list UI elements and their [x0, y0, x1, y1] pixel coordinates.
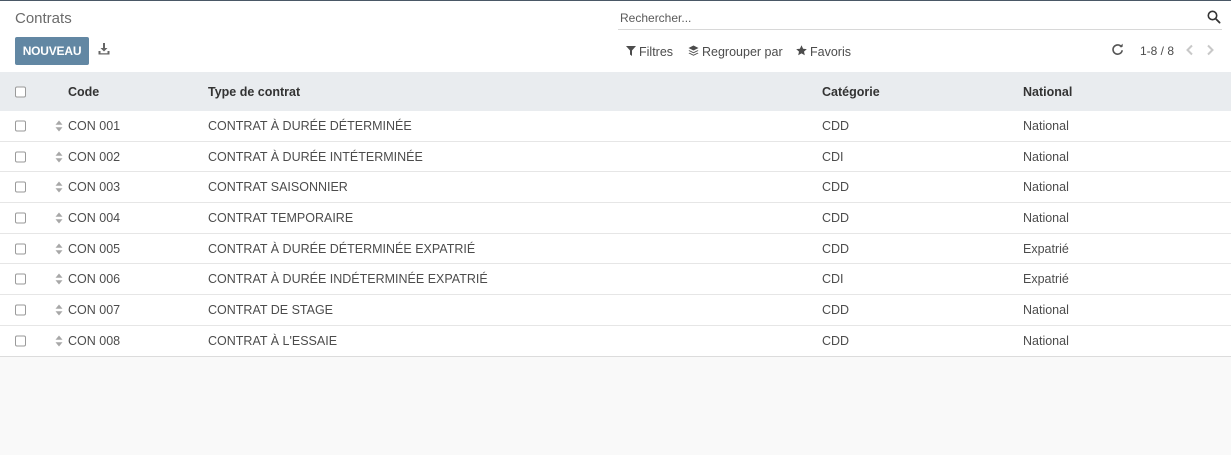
filters-button[interactable]: Filtres — [626, 44, 673, 60]
control-panel: Contrats NOUVEAU Filtres — [0, 0, 1231, 72]
table-row[interactable]: CON 003 CONTRAT SAISONNIER CDD National — [0, 172, 1231, 204]
star-icon — [796, 45, 807, 59]
chevron-left-icon[interactable] — [1185, 44, 1195, 56]
row-checkbox[interactable] — [15, 304, 26, 316]
cell-category: CDI — [822, 272, 844, 287]
cell-category: CDD — [822, 180, 850, 195]
table-row[interactable]: CON 004 CONTRAT TEMPORAIRE CDD National — [0, 203, 1231, 234]
cell-type: CONTRAT DE STAGE — [208, 302, 334, 317]
search-bar — [618, 6, 1222, 30]
column-header-type[interactable]: Type de contrat — [208, 85, 300, 99]
search-input[interactable] — [620, 9, 1190, 27]
sort-handle-icon[interactable] — [55, 304, 63, 316]
cell-type: CONTRAT À DURÉE DÉTERMINÉE EXPATRIÉ — [208, 241, 476, 256]
sort-handle-icon[interactable] — [55, 181, 63, 193]
cell-code: CON 006 — [68, 272, 121, 287]
cell-national: National — [1023, 210, 1069, 225]
cell-type: CONTRAT À DURÉE DÉTERMINÉE — [208, 118, 412, 133]
favorites-button[interactable]: Favoris — [796, 44, 851, 60]
cell-national: National — [1023, 180, 1069, 195]
cell-type: CONTRAT À DURÉE INDÉTERMINÉE EXPATRIÉ — [208, 272, 488, 287]
group-by-label: Regrouper par — [702, 45, 783, 59]
filter-icon — [626, 45, 636, 59]
sort-handle-icon[interactable] — [55, 273, 63, 285]
table-row[interactable]: CON 002 CONTRAT À DURÉE INTÉTERMINÉE CDI… — [0, 141, 1231, 173]
cell-national: National — [1023, 302, 1069, 317]
table-row[interactable]: CON 005 CONTRAT À DURÉE DÉTERMINÉE EXPAT… — [0, 233, 1231, 265]
row-checkbox[interactable] — [15, 151, 26, 163]
download-icon[interactable] — [96, 41, 112, 57]
cell-national: National — [1023, 118, 1069, 133]
sort-handle-icon[interactable] — [55, 120, 63, 132]
cell-type: CONTRAT À DURÉE INTÉTERMINÉE — [208, 149, 423, 164]
table-row[interactable]: CON 001 CONTRAT À DURÉE DÉTERMINÉE CDD N… — [0, 111, 1231, 142]
cell-code: CON 007 — [68, 302, 121, 317]
favorites-label: Favoris — [810, 45, 851, 59]
sort-handle-icon[interactable] — [55, 243, 63, 255]
row-checkbox[interactable] — [15, 212, 26, 224]
column-header-category[interactable]: Catégorie — [822, 85, 880, 99]
cell-category: CDD — [822, 118, 850, 133]
cell-category: CDD — [822, 333, 850, 348]
sort-handle-icon[interactable] — [55, 151, 63, 163]
breadcrumb[interactable]: Contrats — [15, 10, 72, 27]
chevron-right-icon[interactable] — [1205, 44, 1215, 56]
cell-category: CDI — [822, 149, 844, 164]
contracts-table: Code Type de contrat Catégorie National … — [0, 72, 1231, 357]
column-header-code[interactable]: Code — [68, 85, 99, 99]
sort-handle-icon[interactable] — [55, 212, 63, 224]
filters-label: Filtres — [639, 45, 674, 59]
cell-national: National — [1023, 149, 1069, 164]
row-checkbox[interactable] — [15, 181, 26, 193]
cell-code: CON 005 — [68, 241, 121, 256]
cell-national: Expatrié — [1023, 241, 1069, 256]
column-header-national[interactable]: National — [1023, 85, 1072, 99]
select-all-checkbox[interactable] — [15, 86, 26, 97]
search-icon[interactable] — [1207, 10, 1221, 24]
table-row[interactable]: CON 006 CONTRAT À DURÉE INDÉTERMINÉE EXP… — [0, 264, 1231, 296]
row-checkbox[interactable] — [15, 243, 26, 255]
cell-category: CDD — [822, 210, 850, 225]
cell-type: CONTRAT TEMPORAIRE — [208, 210, 354, 225]
cell-category: CDD — [822, 241, 850, 256]
cell-type: CONTRAT À L'ESSAIE — [208, 333, 338, 348]
cell-type: CONTRAT SAISONNIER — [208, 180, 348, 195]
group-by-button[interactable]: Regrouper par — [688, 44, 783, 60]
cell-code: CON 004 — [68, 210, 121, 225]
pager-value[interactable]: 1-8 / 8 — [1140, 44, 1174, 58]
cell-code: CON 002 — [68, 149, 121, 164]
sort-handle-icon[interactable] — [55, 335, 63, 347]
cell-code: CON 001 — [68, 118, 121, 133]
layers-icon — [688, 45, 699, 59]
table-header: Code Type de contrat Catégorie National — [0, 72, 1231, 111]
cell-category: CDD — [822, 302, 850, 317]
refresh-icon[interactable] — [1111, 43, 1124, 56]
table-row[interactable]: CON 008 CONTRAT À L'ESSAIE CDD National — [0, 325, 1231, 357]
new-button[interactable]: NOUVEAU — [15, 37, 89, 65]
cell-national: Expatrié — [1023, 272, 1069, 287]
cell-code: CON 008 — [68, 333, 121, 348]
cell-code: CON 003 — [68, 180, 121, 195]
row-checkbox[interactable] — [15, 273, 26, 285]
cell-national: National — [1023, 333, 1069, 348]
row-checkbox[interactable] — [15, 120, 26, 132]
table-row[interactable]: CON 007 CONTRAT DE STAGE CDD National — [0, 295, 1231, 326]
row-checkbox[interactable] — [15, 335, 26, 347]
